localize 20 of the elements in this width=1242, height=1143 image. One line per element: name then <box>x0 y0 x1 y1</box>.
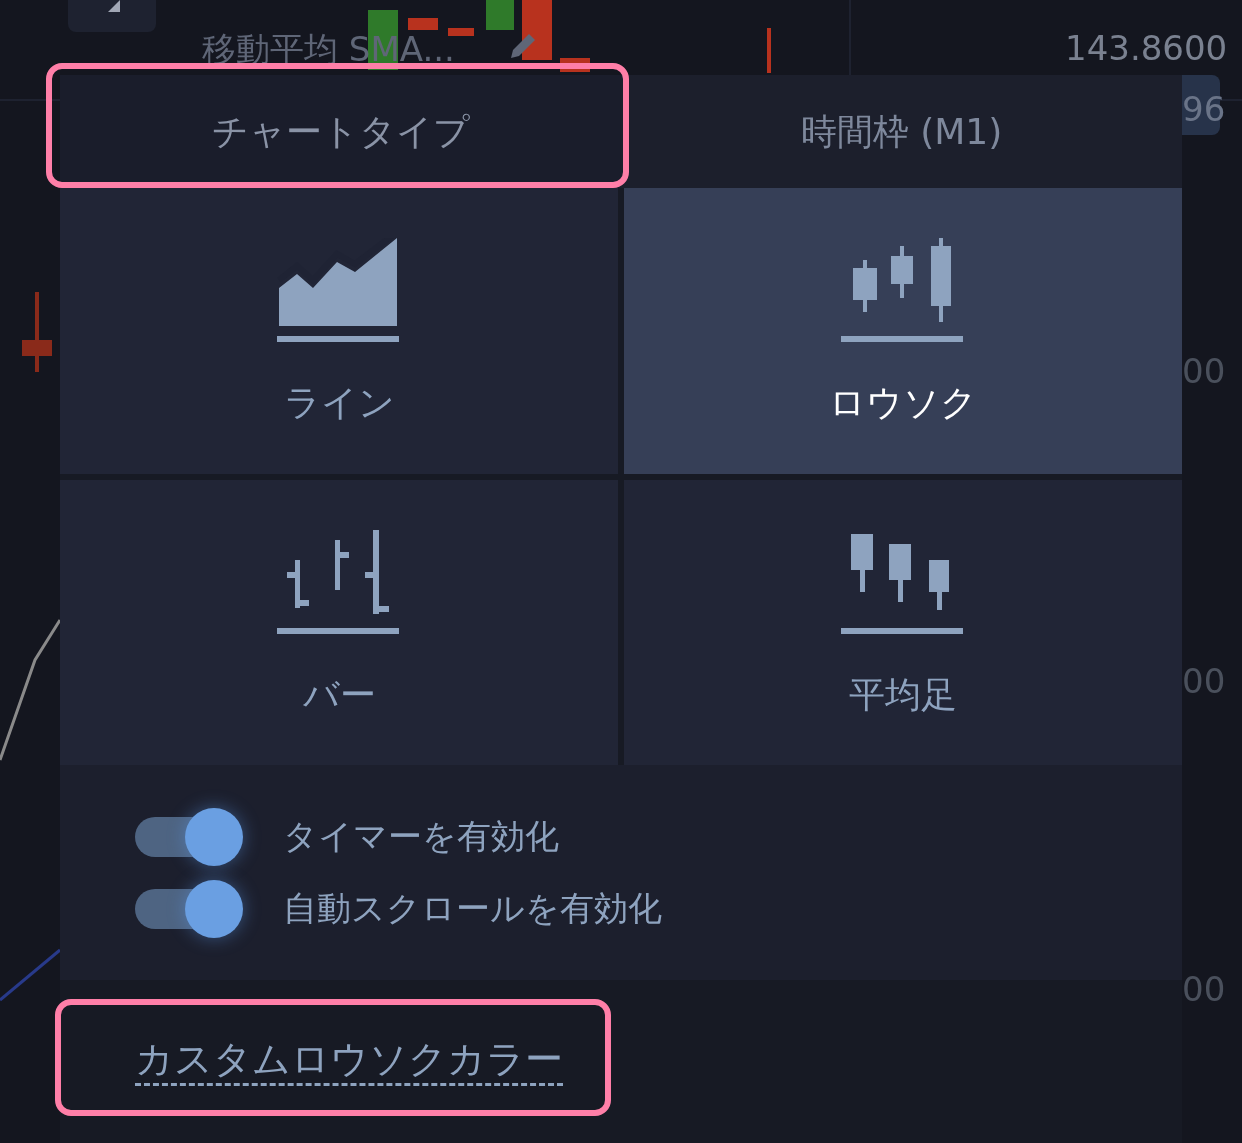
tab[interactable]: チャートタイプ <box>60 75 621 188</box>
price-label: 143.8600 <box>1065 27 1228 70</box>
chart-type-option[interactable]: ロウソク <box>624 188 1182 474</box>
option-label: バー <box>302 673 376 717</box>
custom-candle-color-link[interactable]: カスタムロウソクカラー <box>135 1037 563 1086</box>
option-label: 平均足 <box>849 673 957 717</box>
price-label: 96 <box>1182 88 1226 131</box>
price-label: 00 <box>1182 350 1226 393</box>
option-label: ロウソク <box>829 381 977 425</box>
chart-type-option[interactable]: バー <box>60 480 618 765</box>
toggle-switch[interactable] <box>135 882 243 935</box>
toggle-label: 自動スクロールを有効化 <box>283 887 662 930</box>
price-label: 00 <box>1182 660 1226 703</box>
tab[interactable]: 時間枠 (M1) <box>621 75 1182 188</box>
chart-type-option[interactable]: ライン <box>60 188 618 474</box>
option-label: ライン <box>283 381 395 425</box>
chart-type-option[interactable]: 平均足 <box>624 480 1182 765</box>
price-label: 00 <box>1182 968 1226 1011</box>
toggle-switch[interactable] <box>135 810 243 863</box>
toggle-label: タイマーを有効化 <box>283 815 559 858</box>
